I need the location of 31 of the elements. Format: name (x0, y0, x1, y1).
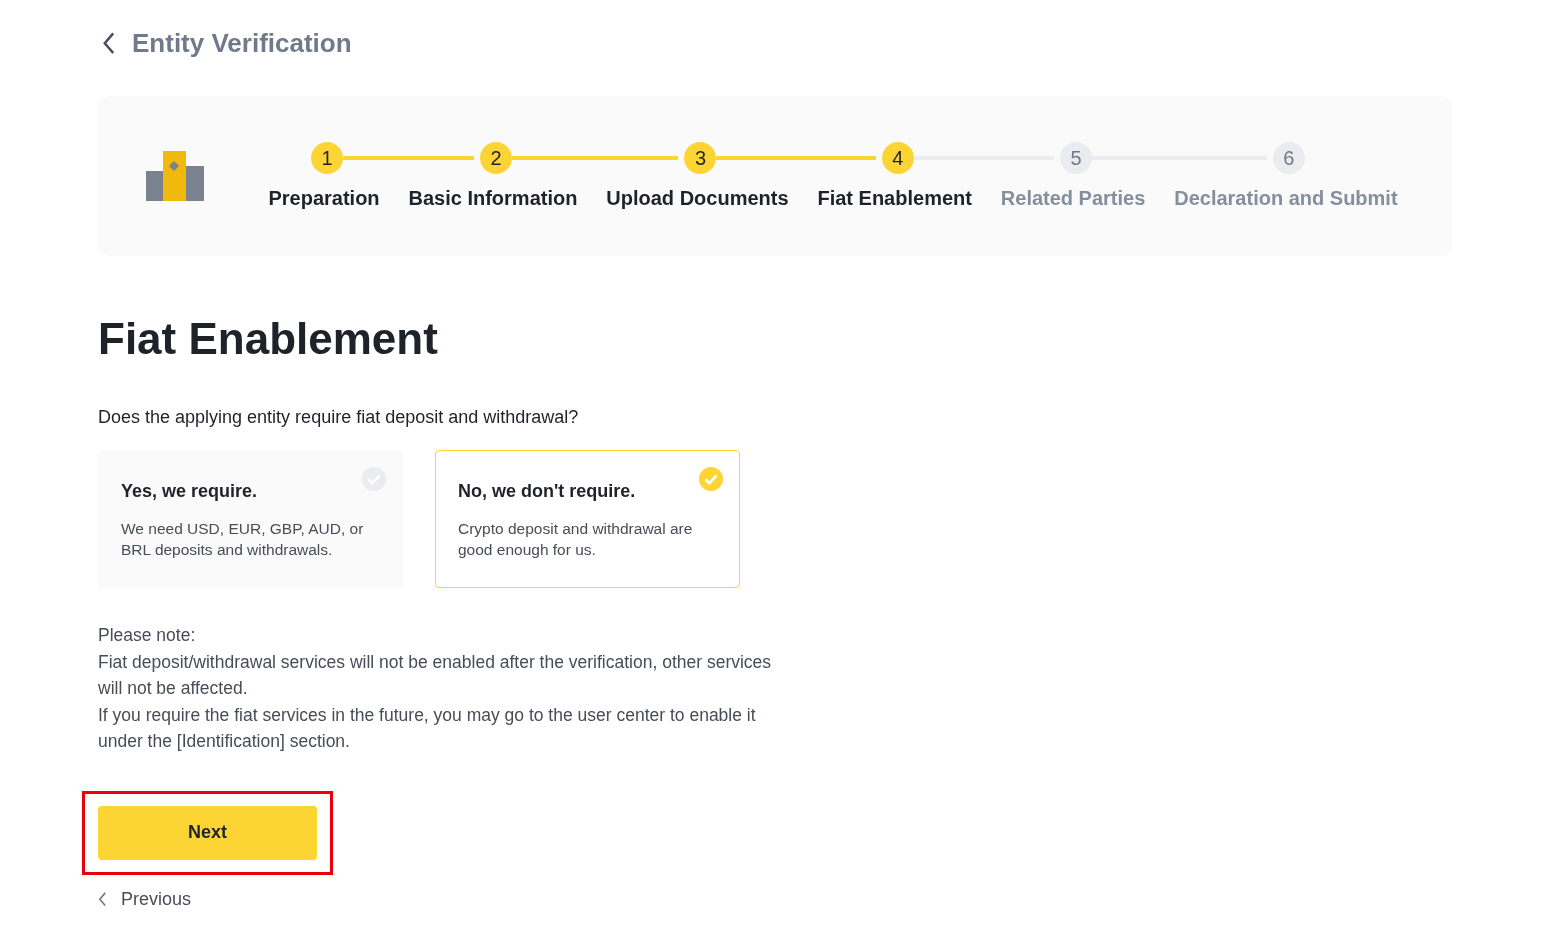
step-number: 6 (1272, 142, 1305, 174)
question-text: Does the applying entity require fiat deposit and withdrawal? (98, 407, 580, 428)
option-description: Crypto deposit and withdrawal are good enough for us. (458, 519, 694, 560)
option-title: Yes, we require. (121, 481, 259, 502)
chevron-left-icon (98, 891, 107, 907)
check-icon (698, 466, 724, 492)
step-number: 1 (311, 142, 344, 174)
step-label: Fiat Enablement (816, 187, 973, 210)
previous-label: Previous (121, 888, 192, 910)
building-icon (146, 151, 204, 201)
section-heading: Fiat Enablement (98, 314, 439, 364)
option-description: We need USD, EUR, GBP, AUD, or BRL deposits and withdrawals. (121, 519, 365, 560)
next-button[interactable]: Next (98, 805, 317, 860)
option-card[interactable]: No, we don't require. Crypto deposit and withdrawal are good enough for us. (435, 450, 740, 588)
back-icon (102, 31, 116, 55)
note-text: If you require the fiat services in the future, you may go to the user center to enable it under the [Identification] section. (98, 703, 757, 753)
step-number: 5 (1060, 142, 1093, 174)
note-text: Fiat deposit/withdrawal services will not be enabled after the verification, other services will not be affected. (98, 650, 773, 700)
step-number: 4 (881, 142, 914, 174)
option-card[interactable]: Yes, we require. We need USD, EUR, GBP, AUD, or BRL deposits and withdrawals. (98, 450, 403, 588)
step-label: Declaration and Submit (1173, 187, 1399, 210)
step-number: 3 (684, 142, 717, 174)
note-text: Please note: (98, 624, 197, 647)
page-title: Entity Verification (132, 27, 352, 59)
step-label: Upload Documents (605, 187, 790, 210)
previous-link[interactable]: Previous (98, 888, 192, 910)
step-label: Related Parties (999, 187, 1147, 210)
step-label: Preparation (267, 187, 381, 210)
step-label: Basic Information (407, 187, 579, 210)
option-title: No, we don't require. (458, 481, 637, 502)
step-number: 2 (479, 142, 512, 174)
